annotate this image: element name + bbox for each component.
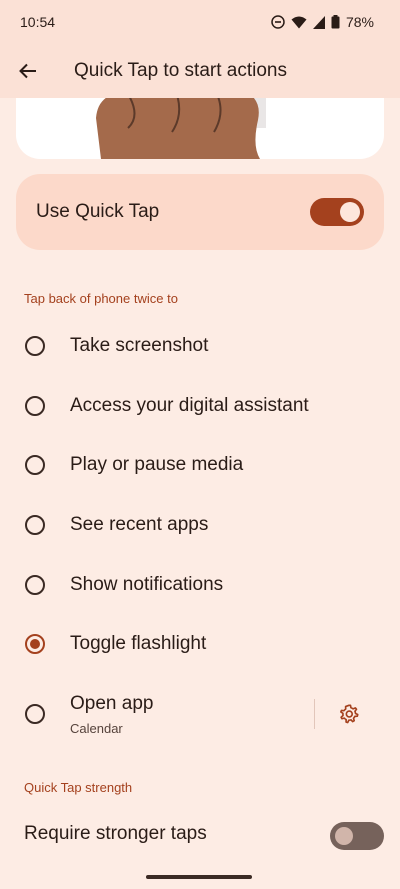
option-label: Access your digital assistant [70,395,309,416]
option-take-screenshot[interactable]: Take screenshot [0,316,400,376]
radio-button[interactable] [25,575,45,595]
use-quick-tap-switch[interactable] [310,198,364,226]
require-stronger-taps-switch[interactable] [330,822,384,850]
do-not-disturb-icon [271,15,285,29]
gear-icon [340,704,359,724]
use-quick-tap-label: Use Quick Tap [36,201,160,222]
battery-percent: 78% [345,14,374,30]
back-arrow-icon [19,63,36,79]
status-bar: 10:54 78% [0,0,400,44]
option-label: See recent apps [70,514,209,535]
open-app-settings-button[interactable] [334,699,364,729]
option-label: Show notifications [70,574,224,595]
option-label: Take screenshot [70,335,209,356]
signal-icon [312,15,325,29]
switch-thumb [335,827,353,845]
status-time: 10:54 [20,14,56,30]
app-bar: Quick Tap to start actions [0,44,400,98]
option-toggle-flashlight[interactable]: Toggle flashlight [0,614,400,674]
radio-button[interactable] [25,455,45,475]
strength-section-header: Quick Tap strength [24,780,133,795]
option-digital-assistant[interactable]: Access your digital assistant [0,376,400,436]
require-stronger-taps-row[interactable]: Require stronger taps [0,810,400,860]
switch-thumb [340,202,360,222]
status-icons: 78% [271,14,374,30]
quick-tap-illustration [16,98,384,159]
option-label: Open app [70,693,154,714]
radio-button[interactable] [25,515,45,535]
use-quick-tap-row[interactable]: Use Quick Tap [16,174,384,250]
option-label: Toggle flashlight [70,633,207,654]
option-show-notifications[interactable]: Show notifications [0,555,400,615]
wifi-icon [291,16,307,29]
option-recent-apps[interactable]: See recent apps [0,495,400,555]
home-indicator[interactable] [146,875,252,879]
option-sublabel: Calendar [70,721,123,736]
radio-button[interactable] [25,704,45,724]
radio-button-selected[interactable] [25,634,45,654]
vertical-divider [314,699,315,729]
radio-button[interactable] [25,336,45,356]
back-button[interactable] [8,51,48,91]
radio-button[interactable] [25,396,45,416]
option-label: Play or pause media [70,454,244,475]
page-title: Quick Tap to start actions [74,60,287,81]
battery-icon [331,15,340,29]
option-play-pause-media[interactable]: Play or pause media [0,435,400,495]
actions-section-header: Tap back of phone twice to [24,291,178,306]
require-stronger-taps-label: Require stronger taps [24,823,207,844]
option-open-app[interactable]: Open app Calendar [0,684,400,744]
